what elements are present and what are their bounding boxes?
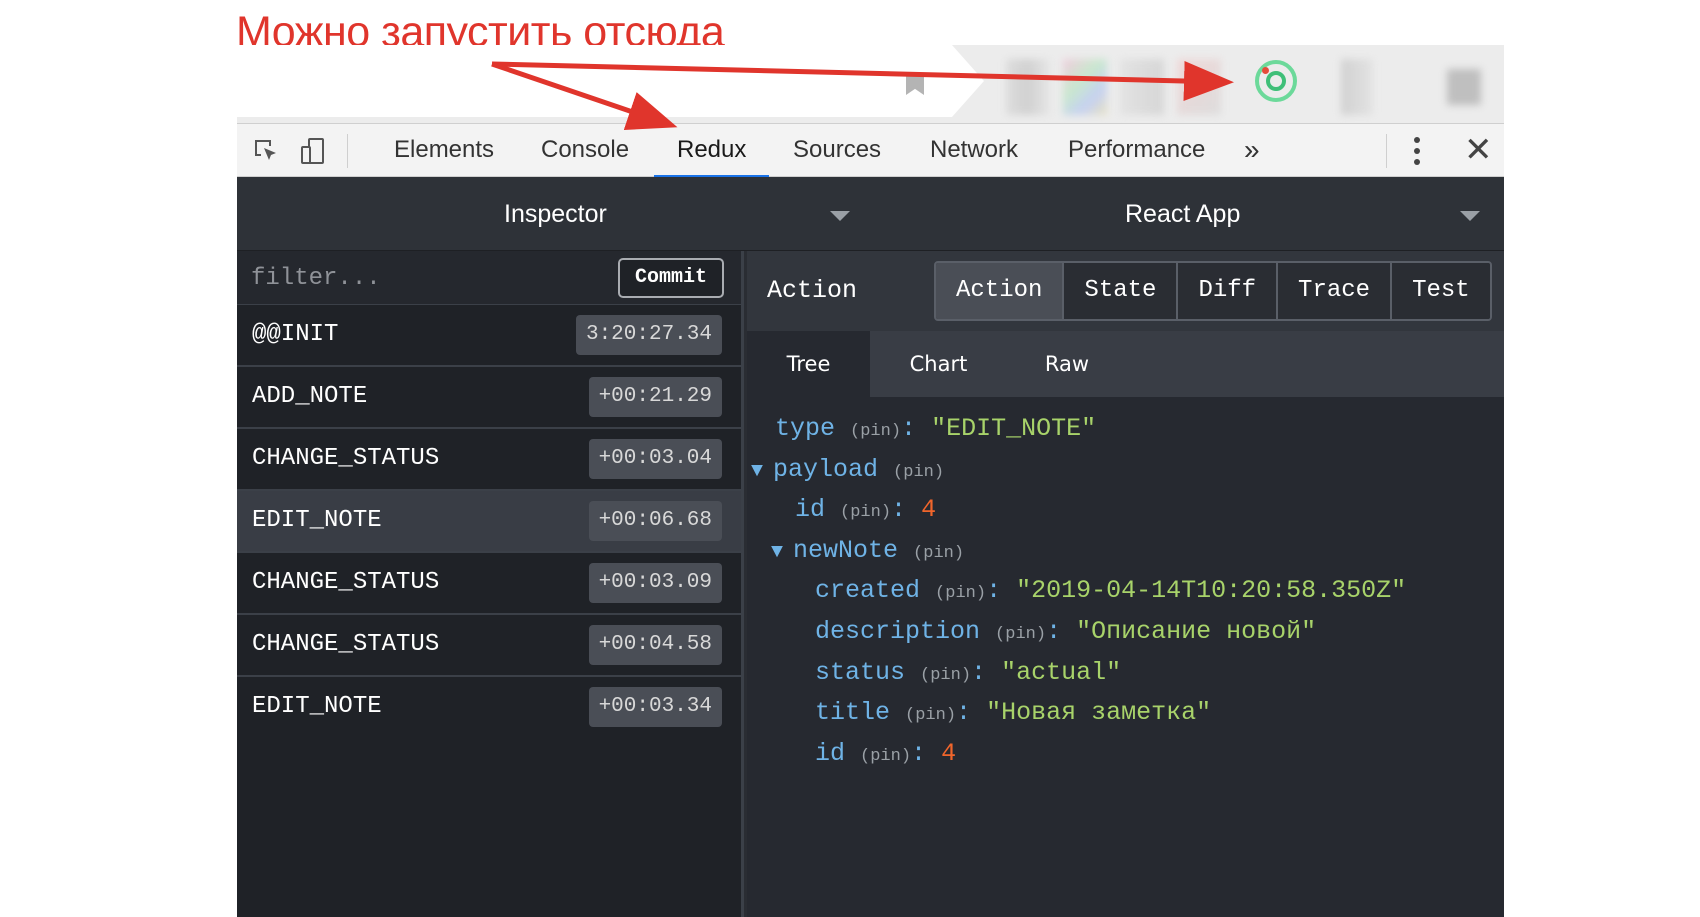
action-name: EDIT_NOTE [252, 507, 382, 534]
tree-node-status[interactable]: status (pin): "actual" [815, 655, 1121, 694]
device-toolbar-icon[interactable] [300, 138, 326, 164]
browser-toolbar [237, 45, 1504, 123]
tab-performance[interactable]: Performance [1068, 124, 1205, 177]
tree-node-description[interactable]: description (pin): "Описание новой" [815, 614, 1316, 653]
detail-tab-trace[interactable]: Trace [1278, 263, 1393, 319]
action-timestamp: +00:03.34 [588, 687, 722, 727]
more-tabs-icon[interactable]: » [1244, 124, 1260, 176]
toolbar-divider [1386, 134, 1387, 168]
address-bar[interactable] [237, 45, 984, 117]
action-name: EDIT_NOTE [252, 693, 382, 720]
view-tab-chart[interactable]: Chart [870, 331, 1007, 397]
action-list-item[interactable]: @@INIT 3:20:27.34 [237, 305, 741, 367]
tab-console[interactable]: Console [541, 124, 629, 177]
expand-arrow-icon[interactable]: ▼ [751, 454, 773, 490]
detail-tab-state[interactable]: State [1064, 263, 1179, 319]
detail-tab-test[interactable]: Test [1392, 263, 1490, 319]
action-list-item[interactable]: EDIT_NOTE +00:03.34 [237, 677, 741, 739]
expand-arrow-icon[interactable]: ▼ [771, 535, 793, 571]
action-list-item[interactable]: CHANGE_STATUS +00:03.04 [237, 429, 741, 491]
action-detail-pane: Action Action State Diff Trace Test Tree… [747, 251, 1504, 917]
action-name: CHANGE_STATUS [252, 445, 440, 472]
action-timestamp: +00:04.58 [588, 625, 722, 665]
blurred-extension-icon[interactable] [1120, 59, 1164, 115]
action-timestamp: 3:20:27.34 [575, 315, 722, 355]
blurred-extension-icon[interactable] [1447, 69, 1481, 105]
action-name: CHANGE_STATUS [252, 631, 440, 658]
action-list-item-selected[interactable]: EDIT_NOTE +00:06.68 [237, 491, 741, 553]
tree-node-id[interactable]: id (pin): 4 [795, 492, 936, 531]
detail-tab-group: Action State Diff Trace Test [934, 261, 1492, 321]
action-list-item[interactable]: ADD_NOTE +00:21.29 [237, 367, 741, 429]
monitor-selector[interactable]: Inspector [504, 177, 607, 251]
view-tabs: Tree Chart Raw [747, 331, 1504, 397]
tab-elements[interactable]: Elements [394, 124, 494, 177]
tree-node-payload[interactable]: ▼ payload (pin) [751, 452, 944, 491]
action-list: @@INIT 3:20:27.34 ADD_NOTE +00:21.29 CHA… [237, 305, 741, 739]
detail-tab-action[interactable]: Action [936, 263, 1065, 319]
filter-row: Commit [237, 251, 741, 305]
action-timestamp: +00:03.09 [588, 563, 722, 603]
blurred-extension-icon[interactable] [1341, 59, 1373, 115]
tree-node-type[interactable]: type (pin): "EDIT_NOTE" [775, 411, 1096, 450]
close-devtools-icon[interactable]: ✕ [1464, 124, 1493, 176]
tab-sources[interactable]: Sources [793, 124, 881, 177]
tab-redux[interactable]: Redux [653, 124, 770, 178]
redux-devtools-extension-icon[interactable] [1255, 60, 1297, 102]
action-name: @@INIT [252, 321, 339, 348]
instance-dropdown-caret-icon[interactable] [1460, 211, 1480, 221]
tab-network[interactable]: Network [930, 124, 1018, 177]
tree-node-created[interactable]: created (pin): "2019-04-14T10:20:58.350Z… [815, 573, 1406, 612]
tree-node-note-id[interactable]: id (pin): 4 [815, 736, 956, 775]
action-list-pane: Commit @@INIT 3:20:27.34 ADD_NOTE +00:21… [237, 251, 744, 917]
tree-node-title[interactable]: title (pin): "Новая заметка" [815, 695, 1211, 734]
blurred-extension-icon[interactable] [1063, 59, 1107, 115]
kebab-menu-icon[interactable] [1412, 136, 1422, 166]
action-list-item[interactable]: CHANGE_STATUS +00:03.09 [237, 553, 741, 615]
redux-devtools-panel: Inspector React App Commit @@INIT 3:20:2… [237, 177, 1504, 917]
action-timestamp: +00:21.29 [588, 377, 722, 417]
bookmark-icon[interactable] [906, 73, 924, 95]
action-filter-input[interactable] [251, 259, 581, 297]
blurred-extension-icon[interactable] [1177, 59, 1221, 115]
view-tab-raw[interactable]: Raw [1007, 331, 1127, 397]
inspect-element-icon[interactable] [253, 138, 279, 164]
view-tab-tree[interactable]: Tree [747, 331, 870, 397]
action-list-item[interactable]: CHANGE_STATUS +00:04.58 [237, 615, 741, 677]
monitor-dropdown-caret-icon[interactable] [830, 211, 850, 221]
action-timestamp: +00:06.68 [588, 501, 722, 541]
tree-node-newnote[interactable]: ▼ newNote (pin) [771, 533, 964, 572]
redux-topbar: Inspector React App [237, 177, 1504, 251]
toolbar-divider [347, 134, 348, 168]
detail-tab-diff[interactable]: Diff [1178, 263, 1279, 319]
detail-header-label: Action [767, 276, 858, 305]
commit-button[interactable]: Commit [618, 258, 724, 298]
action-name: CHANGE_STATUS [252, 569, 440, 596]
devtools-toolbar: Elements Console Redux Sources Network P… [237, 123, 1504, 178]
action-timestamp: +00:03.04 [588, 439, 722, 479]
instance-selector[interactable]: React App [1125, 177, 1240, 251]
action-name: ADD_NOTE [252, 383, 368, 410]
blurred-extension-icon[interactable] [1006, 59, 1050, 115]
detail-header: Action Action State Diff Trace Test [747, 251, 1504, 331]
